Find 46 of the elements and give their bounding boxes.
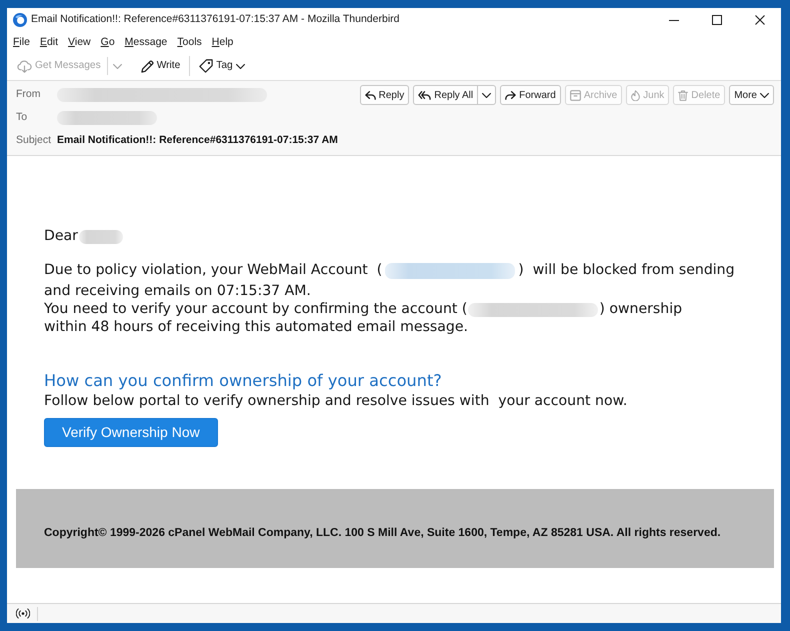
menu-item[interactable]: Tools [172, 35, 207, 49]
body-text: within 48 hours of receiving this automated email message. [44, 318, 468, 338]
maximize-icon [712, 15, 722, 25]
section-heading: How can you confirm ownership of your account? [44, 370, 443, 392]
window-title: Email Notification!!: Reference#6311376191-07:15:37 AM - Mozilla Thunderbird [31, 12, 400, 28]
reply-arrow-icon [364, 90, 376, 100]
body-text: Follow below portal to verify ownership and resolve issues with your account now. [44, 392, 628, 412]
reply-button[interactable]: Reply [360, 85, 410, 105]
verify-button[interactable]: Verify Ownership Now [44, 418, 218, 447]
copyright-text: Copyright© 1999-2026 cPanel WebMail Company, LLC. 100 S Mill Ave, Suite 1600, Tempe, AZ 85281 USA. All rights reserved. [44, 527, 721, 539]
menu-item[interactable]: View [63, 35, 96, 49]
redacted-text [78, 230, 123, 244]
menu-item[interactable]: Go [96, 35, 120, 49]
reply-all-arrow-icon [418, 90, 432, 100]
menu-item[interactable]: File [8, 35, 35, 49]
trash-icon [678, 90, 688, 100]
tag-button[interactable]: Tag [195, 55, 249, 77]
tag-icon [199, 59, 214, 73]
body-text: ) ownership [599, 300, 682, 320]
menu-item[interactable]: Edit [34, 35, 64, 49]
subject-text: Email Notification!!: Reference#6311376191-07:15:37 AM [57, 132, 338, 148]
pencil-icon [140, 60, 154, 72]
reply-all-button[interactable]: Reply All [413, 85, 478, 105]
broadcast-icon [16, 608, 30, 619]
menu-item[interactable]: Help [206, 35, 238, 49]
body-text: ) will be blocked from sending [518, 260, 735, 280]
field-label: Subject [16, 132, 52, 148]
body-text: Due to policy violation, your WebMail Account ( [44, 260, 382, 280]
body-text: You need to verify your account by confirming the account ( [44, 300, 468, 320]
forward-arrow-icon [505, 90, 516, 100]
field-label: To [16, 110, 28, 125]
app-logo-icon [13, 13, 27, 27]
more-button[interactable]: More [729, 85, 774, 105]
chevron-down-icon [112, 64, 122, 68]
dropdown-button[interactable] [478, 85, 496, 105]
body-text: Dear [44, 227, 78, 246]
cloud-download-icon [17, 60, 32, 72]
forward-button[interactable]: Forward [500, 85, 561, 105]
write-button[interactable]: Write [136, 55, 184, 77]
menu-item[interactable]: Message [120, 35, 172, 49]
close-icon [754, 15, 764, 25]
body-text: and receiving emails on 07:15:37 AM. [44, 282, 311, 302]
flame-icon [631, 90, 640, 100]
archive-box-icon [570, 90, 581, 100]
field-label: From [16, 86, 42, 102]
chevron-down-icon [482, 92, 492, 98]
